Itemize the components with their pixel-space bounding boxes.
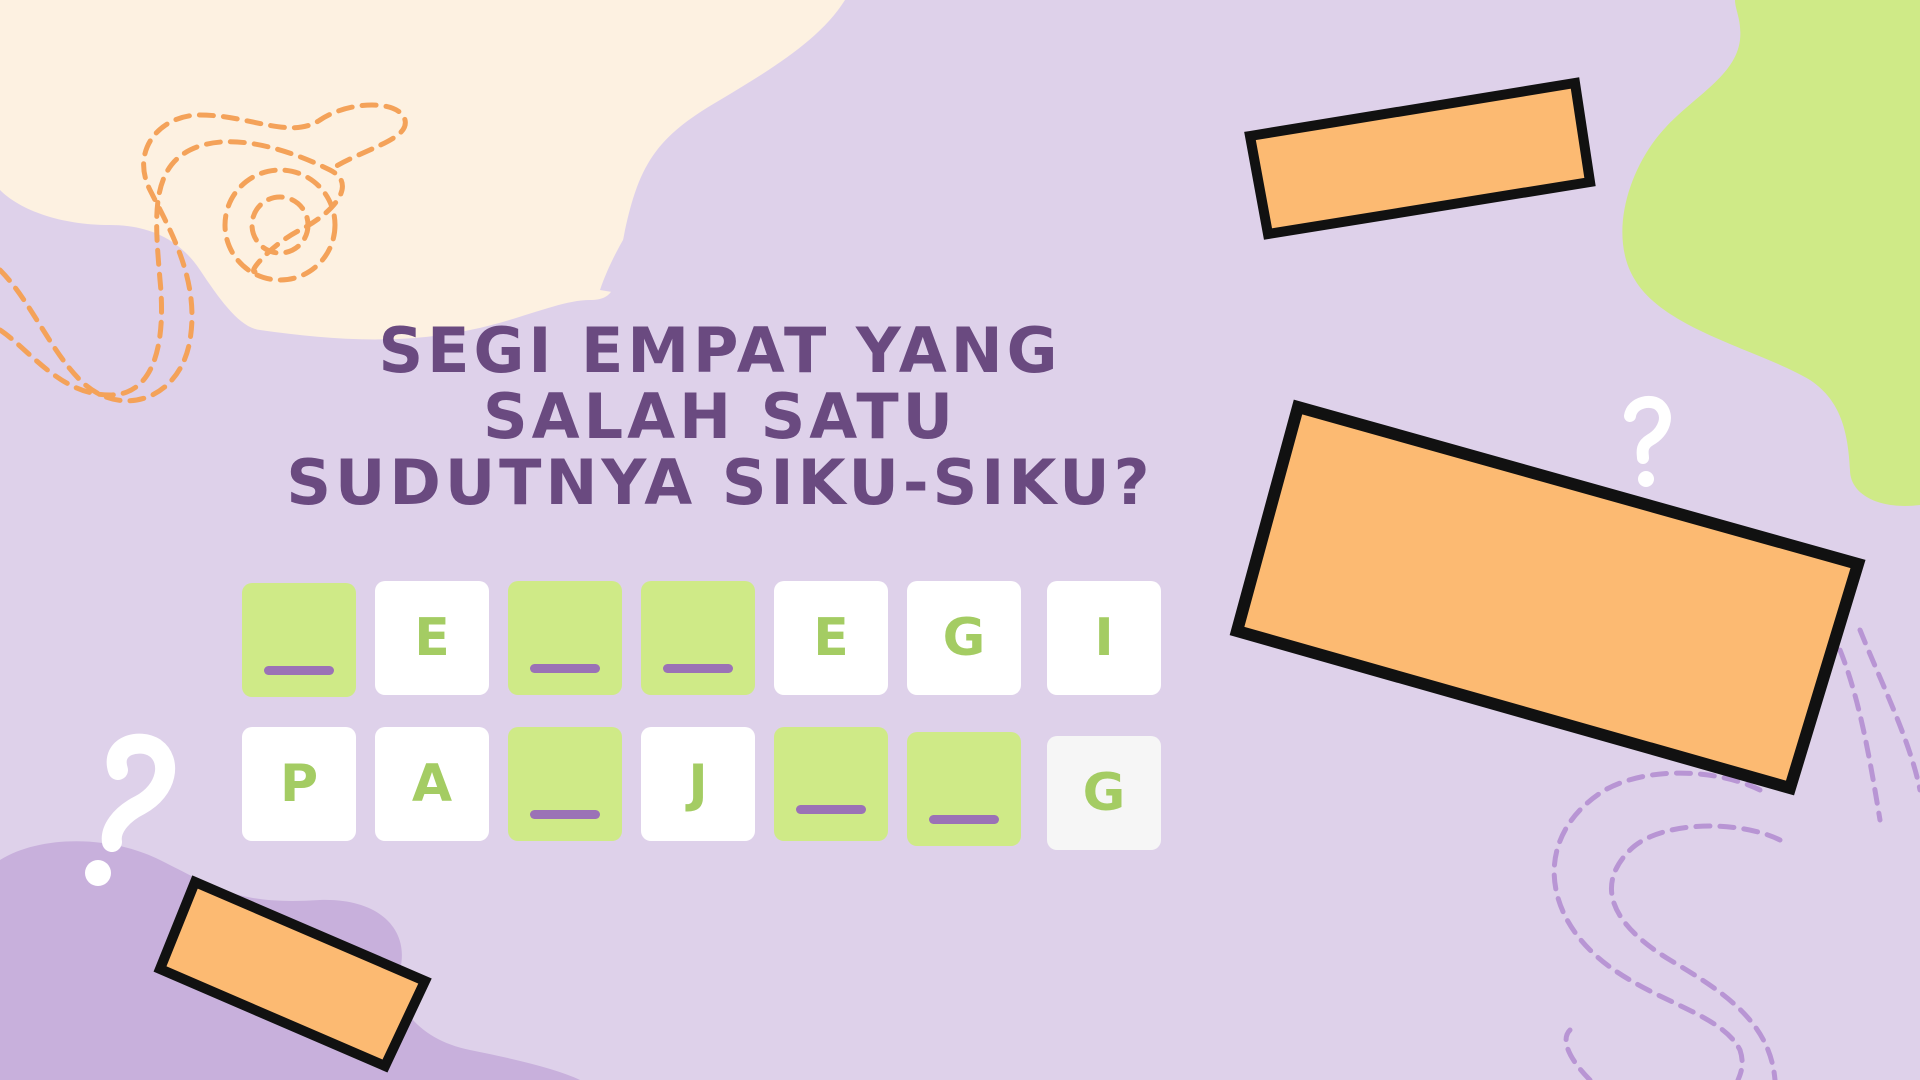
tile-letter: E [813, 608, 849, 668]
question-mark-dot-left [85, 860, 111, 886]
question-title: SEGI EMPAT YANG SALAH SATU SUDUTNYA SIKU… [190, 318, 1250, 516]
blank-line [663, 664, 733, 673]
letter-tile[interactable]: G [907, 581, 1021, 695]
tile-letter: G [942, 608, 986, 668]
blank-line [929, 815, 999, 824]
question-mark-dot-right [1638, 471, 1654, 487]
question-mark-decorations [85, 395, 1671, 886]
question-line-1: SEGI EMPAT YANG [378, 314, 1062, 387]
tile-letter: P [279, 754, 319, 814]
tile-letter: I [1094, 608, 1114, 668]
letter-tile-blank[interactable] [508, 727, 622, 841]
letter-tile[interactable]: E [774, 581, 888, 695]
letter-tile-blank[interactable] [907, 732, 1021, 846]
letter-tile[interactable]: I [1047, 581, 1161, 695]
letter-tile-blank[interactable] [641, 581, 755, 695]
tile-letter: G [1082, 763, 1126, 823]
blank-line [530, 810, 600, 819]
tile-letter: E [414, 608, 450, 668]
blank-line [530, 664, 600, 673]
letter-tile-blank[interactable] [508, 581, 622, 695]
question-line-3: SUDUTNYA SIKU-SIKU? [286, 446, 1154, 519]
letter-tile-blank[interactable] [242, 583, 356, 697]
letter-tile[interactable]: A [375, 727, 489, 841]
letter-tile-blank[interactable] [774, 727, 888, 841]
blank-line [264, 666, 334, 675]
tile-letter: J [688, 754, 708, 814]
letter-tile[interactable]: G [1047, 736, 1161, 850]
question-mark-icon-left [101, 733, 176, 852]
letter-tile[interactable]: E [375, 581, 489, 695]
question-line-2: SALAH SATU [482, 380, 958, 453]
letter-tile[interactable]: J [641, 727, 755, 841]
letter-tile[interactable]: P [242, 727, 356, 841]
tile-letter: A [411, 754, 453, 814]
blank-line [796, 805, 866, 814]
question-mark-icon-right [1624, 395, 1671, 464]
